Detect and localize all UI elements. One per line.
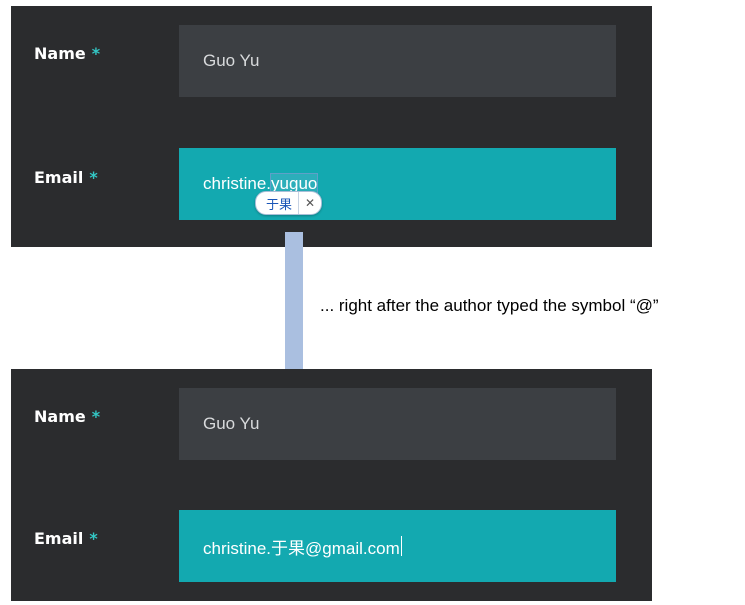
form-panel-before: Name * Guo Yu Email * christine. yuguo — [11, 6, 652, 247]
close-icon[interactable]: ✕ — [299, 192, 321, 214]
text-caret — [400, 536, 402, 556]
name-input-value: Guo Yu — [203, 51, 260, 70]
name-label-text: Name — [34, 44, 86, 63]
name-label: Name * — [34, 407, 100, 426]
email-input[interactable]: christine.于果@gmail.com — [179, 510, 616, 582]
annotation-text: ... right after the author typed the sym… — [320, 296, 659, 315]
email-label-text: Email — [34, 168, 84, 187]
name-label: Name * — [34, 44, 100, 63]
name-label-text: Name — [34, 407, 86, 426]
required-marker: * — [89, 168, 98, 187]
email-input-value: christine.于果@gmail.com — [203, 538, 400, 558]
email-input[interactable]: christine. yuguo — [179, 148, 616, 220]
email-label-text: Email — [34, 529, 84, 548]
name-input[interactable]: Guo Yu — [179, 388, 616, 460]
ime-candidate-popup: 于果 ✕ — [255, 191, 323, 215]
name-input-value: Guo Yu — [203, 414, 260, 433]
required-marker: * — [91, 44, 101, 63]
form-panel-after: Name * Guo Yu Email * christine.于果@gmail.c… — [11, 369, 652, 601]
email-label: Email * — [34, 529, 98, 548]
name-input[interactable]: Guo Yu — [179, 25, 616, 97]
required-marker: * — [89, 529, 98, 548]
ime-candidate[interactable]: 于果 — [256, 192, 300, 214]
required-marker: * — [91, 407, 101, 426]
email-label: Email * — [34, 168, 98, 187]
